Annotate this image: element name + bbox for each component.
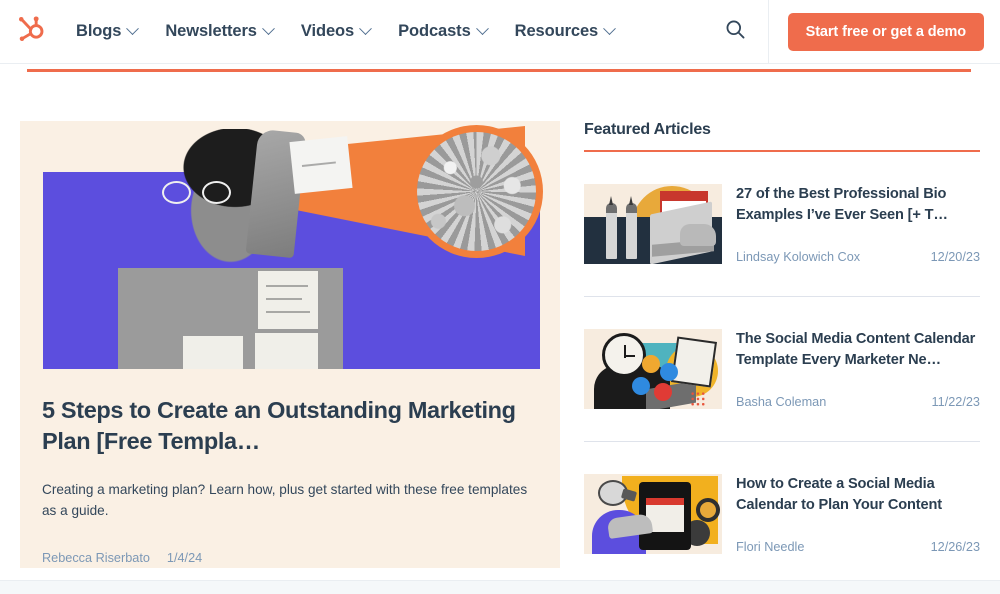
featured-post-description: Creating a marketing plan? Learn how, pl…: [42, 479, 534, 522]
nav-item-blogs[interactable]: Blogs: [62, 0, 151, 64]
nav-item-label: Newsletters: [165, 22, 257, 41]
article-text-block: 27 of the Best Professional Bio Examples…: [736, 184, 980, 264]
list-item[interactable]: How to Create a Social Media Calendar to…: [584, 442, 980, 554]
featured-post-author[interactable]: Rebecca Riserbato: [42, 551, 150, 565]
search-icon: [724, 18, 747, 46]
article-text-block: The Social Media Content Calendar Templa…: [736, 329, 980, 409]
nav-item-resources[interactable]: Resources: [501, 0, 628, 64]
article-title[interactable]: How to Create a Social Media Calendar to…: [736, 474, 980, 515]
header-right-group: Start free or get a demo: [706, 0, 1000, 64]
page-content: 5 Steps to Create an Outstanding Marketi…: [0, 100, 1000, 580]
article-title[interactable]: The Social Media Content Calendar Templa…: [736, 329, 980, 370]
thumbs-up-reaction-icon: [660, 363, 678, 381]
nav-item-label: Videos: [301, 22, 354, 41]
featured-post-title[interactable]: 5 Steps to Create an Outstanding Marketi…: [42, 395, 537, 458]
chevron-down-icon: [359, 22, 372, 35]
primary-navigation: Blogs Newsletters Videos Podcasts Resour…: [62, 0, 628, 64]
fountain-pen-icon: [626, 203, 637, 259]
chevron-down-icon: [262, 22, 275, 35]
hero-gears-circle: [410, 125, 543, 258]
article-date: 11/22/23: [932, 395, 980, 409]
article-thumbnail: [584, 474, 722, 554]
nav-item-podcasts[interactable]: Podcasts: [384, 0, 501, 64]
start-free-or-get-a-demo-button[interactable]: Start free or get a demo: [788, 13, 984, 51]
thumbs-up-reaction-icon: [632, 377, 650, 395]
header-accent-rule: [27, 69, 971, 72]
clock-icon: [602, 333, 646, 377]
search-button[interactable]: [706, 0, 766, 64]
article-date: 12/20/23: [931, 250, 980, 264]
fountain-pen-icon: [606, 203, 617, 259]
article-author[interactable]: Basha Coleman: [736, 395, 826, 409]
nav-item-label: Resources: [515, 22, 598, 41]
lightbulb-icon: [598, 480, 628, 506]
hero-sticky-note: [255, 333, 318, 369]
article-meta: Basha Coleman 11/22/23: [736, 381, 980, 409]
site-header: Blogs Newsletters Videos Podcasts Resour…: [0, 0, 1000, 64]
article-author[interactable]: Lindsay Kolowich Cox: [736, 250, 860, 264]
featured-post-meta: Rebecca Riserbato 1/4/24: [42, 551, 538, 565]
nav-item-label: Podcasts: [398, 22, 471, 41]
article-thumbnail: [584, 329, 722, 409]
nav-item-videos[interactable]: Videos: [287, 0, 384, 64]
gear-icon: [696, 498, 720, 522]
article-text-block: How to Create a Social Media Calendar to…: [736, 474, 980, 554]
nav-item-newsletters[interactable]: Newsletters: [151, 0, 287, 64]
cta-container: Start free or get a demo: [769, 13, 1000, 51]
featured-articles-sidebar: Featured Articles 27 of the Best Profess…: [584, 121, 980, 554]
hubspot-logo-link[interactable]: [0, 0, 62, 64]
hero-glasses: [160, 181, 240, 201]
article-thumbnail: [584, 184, 722, 264]
calendar-icon: [671, 336, 717, 387]
chevron-down-icon: [126, 22, 139, 35]
emoji-reaction-icon: [642, 355, 660, 373]
hero-gears-texture: [417, 132, 536, 251]
article-title[interactable]: 27 of the Best Professional Bio Examples…: [736, 184, 980, 225]
heart-reaction-icon: [654, 383, 672, 401]
chevron-down-icon: [603, 22, 616, 35]
featured-articles-heading: Featured Articles: [584, 121, 980, 150]
featured-post-body: 5 Steps to Create an Outstanding Marketi…: [20, 369, 560, 565]
page-bottom-strip: [0, 580, 1000, 594]
hero-sticky-note: [258, 271, 318, 329]
article-meta: Flori Needle 12/26/23: [736, 526, 980, 554]
featured-post-image: [20, 121, 560, 369]
hand-graphic: [680, 224, 716, 246]
hero-sticky-note-held: [289, 136, 352, 194]
article-author[interactable]: Flori Needle: [736, 540, 804, 554]
list-item[interactable]: The Social Media Content Calendar Templa…: [584, 297, 980, 409]
hero-sticky-note: [183, 336, 243, 369]
dot-grid-decoration: [690, 391, 706, 407]
featured-post-card[interactable]: 5 Steps to Create an Outstanding Marketi…: [20, 121, 560, 568]
featured-post-date: 1/4/24: [167, 551, 202, 565]
list-item[interactable]: 27 of the Best Professional Bio Examples…: [584, 152, 980, 264]
nav-item-label: Blogs: [76, 22, 121, 41]
article-date: 12/26/23: [931, 540, 980, 554]
hubspot-sprocket-logo-icon: [16, 14, 46, 49]
article-meta: Lindsay Kolowich Cox 12/20/23: [736, 236, 980, 264]
chevron-down-icon: [476, 22, 489, 35]
